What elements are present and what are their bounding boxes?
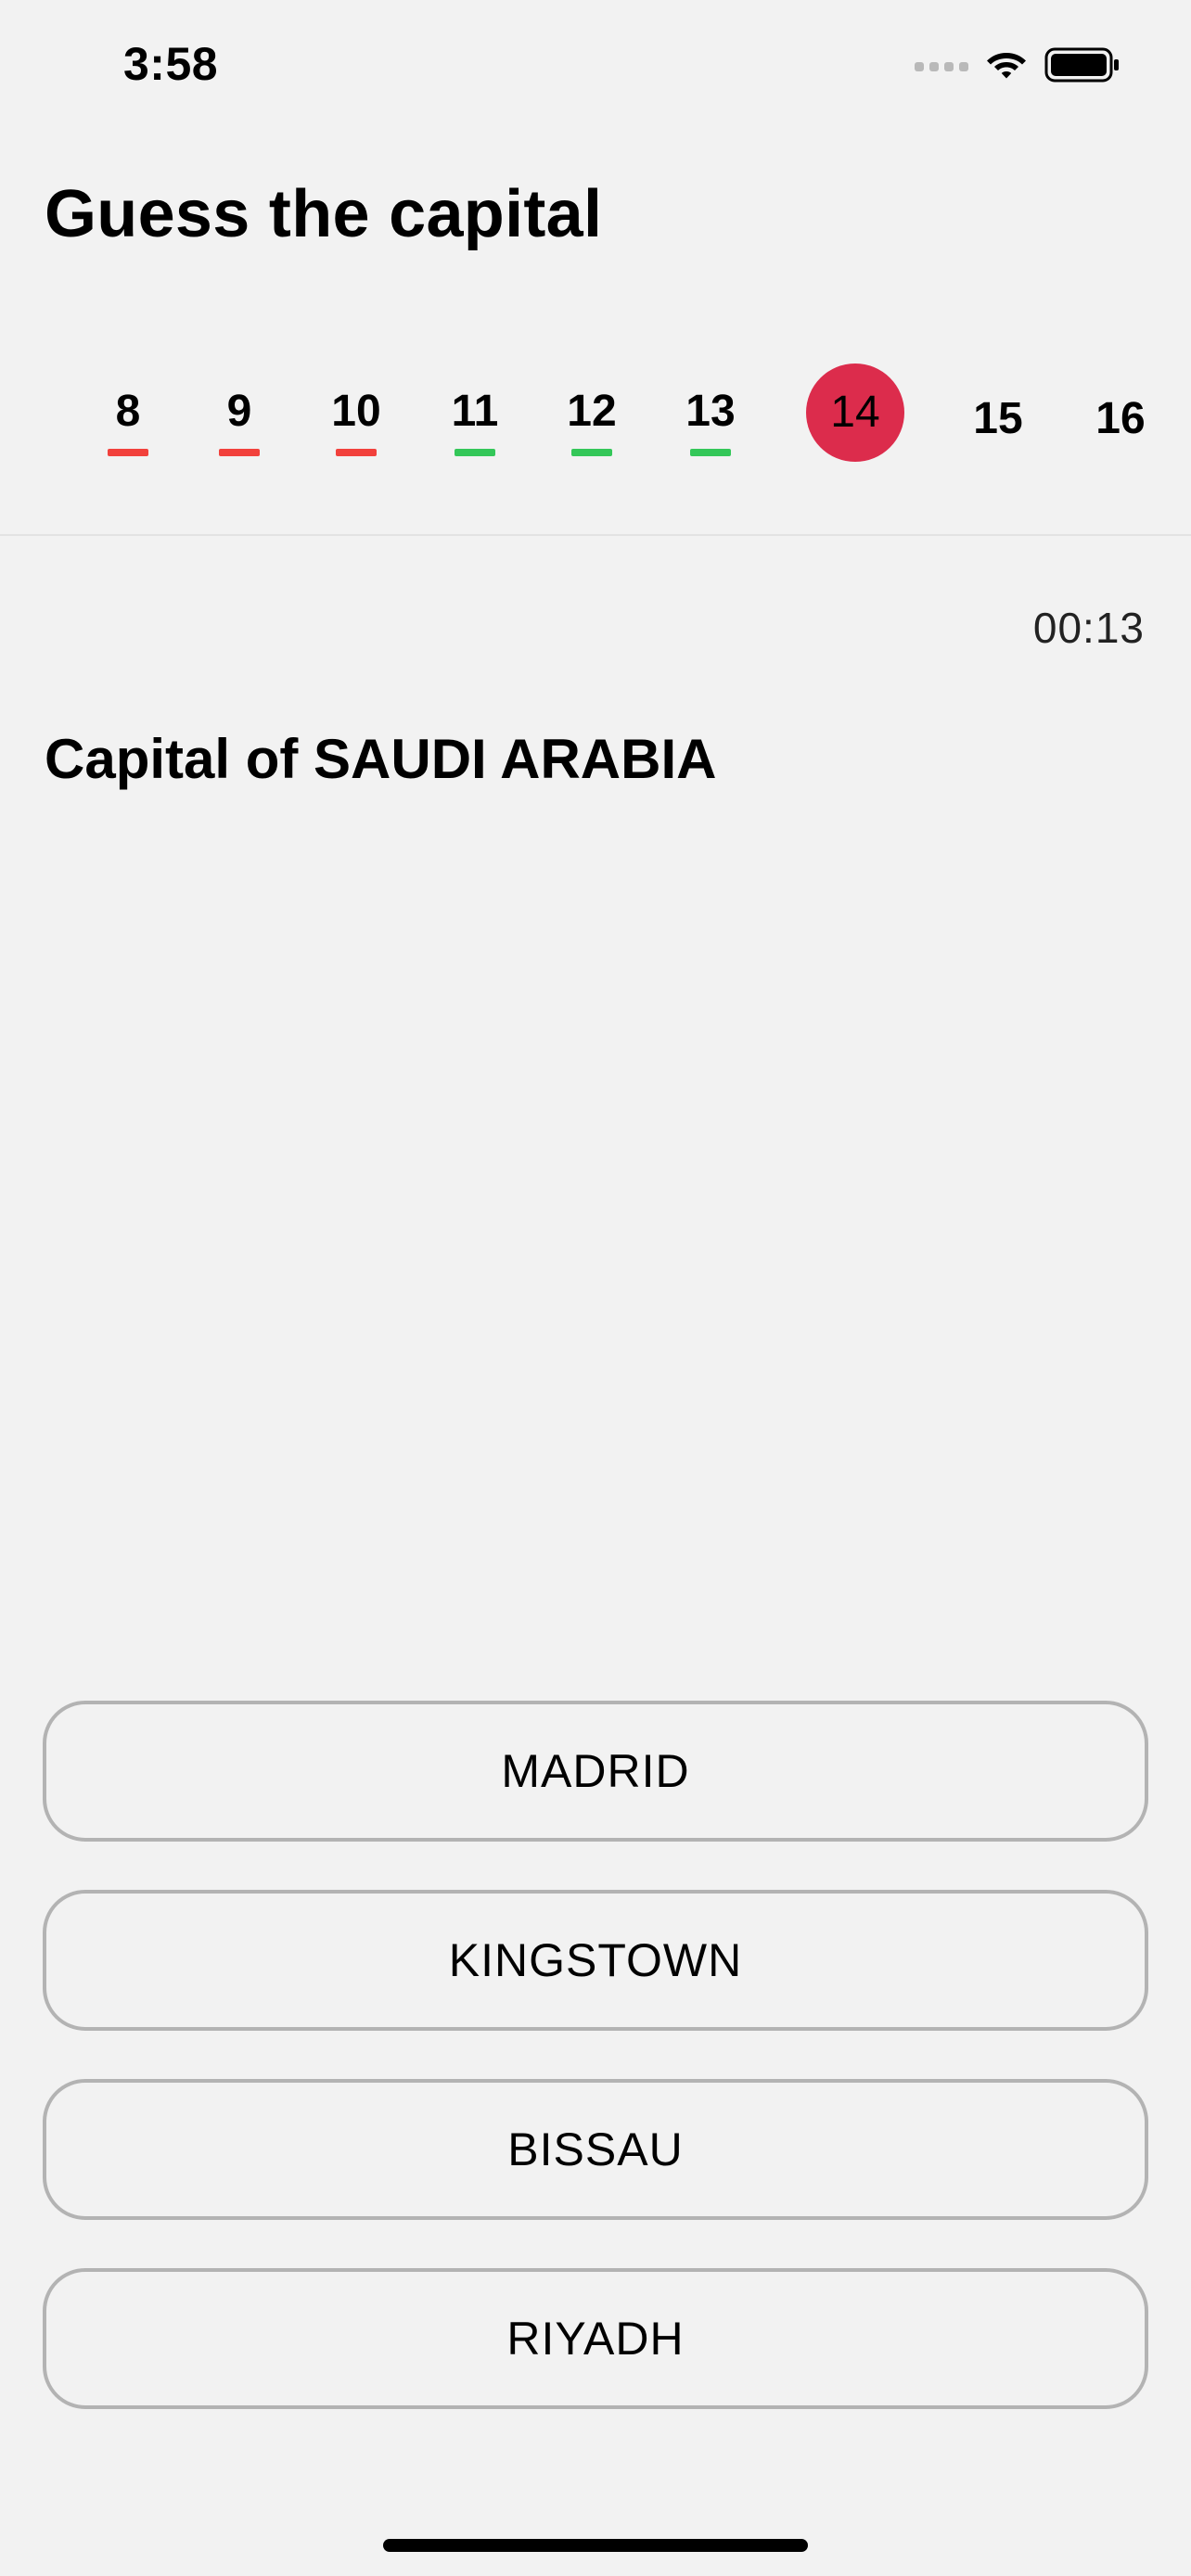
status-time: 3:58	[123, 38, 219, 90]
question-nav-item-16[interactable]: 16	[1069, 362, 1172, 464]
battery-icon	[1044, 46, 1121, 88]
question-text: Capital of SAUDI ARABIA	[45, 728, 717, 790]
status-icons	[915, 46, 1121, 87]
question-nav-item-13[interactable]: 13	[660, 362, 762, 464]
question-nav-item-14[interactable]: 14	[804, 362, 906, 464]
question-nav-number: 15	[973, 394, 1023, 443]
timer: 00:13	[1032, 604, 1145, 652]
question-nav-number: 9	[226, 387, 252, 436]
correct-answer-marker	[455, 449, 495, 456]
question-nav-item-8[interactable]: 8	[77, 362, 179, 464]
question-nav-number: 14	[830, 388, 880, 437]
wrong-answer-marker	[336, 449, 377, 456]
question-nav-number: 16	[1095, 394, 1146, 443]
divider	[0, 534, 1191, 536]
page-title: Guess the capital	[45, 177, 603, 251]
home-indicator[interactable]	[383, 2539, 808, 2552]
question-nav-item-9[interactable]: 9	[188, 362, 290, 464]
question-nav-number: 8	[115, 387, 141, 436]
current-question-indicator: 14	[806, 363, 904, 462]
question-nav-item-15[interactable]: 15	[947, 362, 1049, 464]
question-nav-item-11[interactable]: 11	[424, 362, 526, 464]
answer-button-3[interactable]: BISSAU	[43, 2079, 1148, 2220]
cellular-signal-icon	[915, 62, 968, 71]
wrong-answer-marker	[108, 449, 148, 456]
correct-answer-marker	[690, 449, 731, 456]
wrong-answer-marker	[219, 449, 260, 456]
answer-button-1[interactable]: MADRID	[43, 1701, 1148, 1842]
question-nav-number: 13	[685, 387, 736, 436]
question-navigator: 8 9 10 11 12 13 14 15 16	[0, 362, 1191, 482]
question-nav-number: 11	[451, 387, 499, 436]
correct-answer-marker	[571, 449, 612, 456]
question-nav-number: 12	[567, 387, 617, 436]
answer-button-4[interactable]: RIYADH	[43, 2268, 1148, 2409]
answer-button-2[interactable]: KINGSTOWN	[43, 1890, 1148, 2031]
wifi-icon	[985, 49, 1028, 85]
question-nav-number: 10	[331, 387, 381, 436]
question-nav-item-12[interactable]: 12	[541, 362, 643, 464]
answer-list: MADRID KINGSTOWN BISSAU RIYADH	[43, 1701, 1148, 2457]
question-nav-item-10[interactable]: 10	[305, 362, 407, 464]
